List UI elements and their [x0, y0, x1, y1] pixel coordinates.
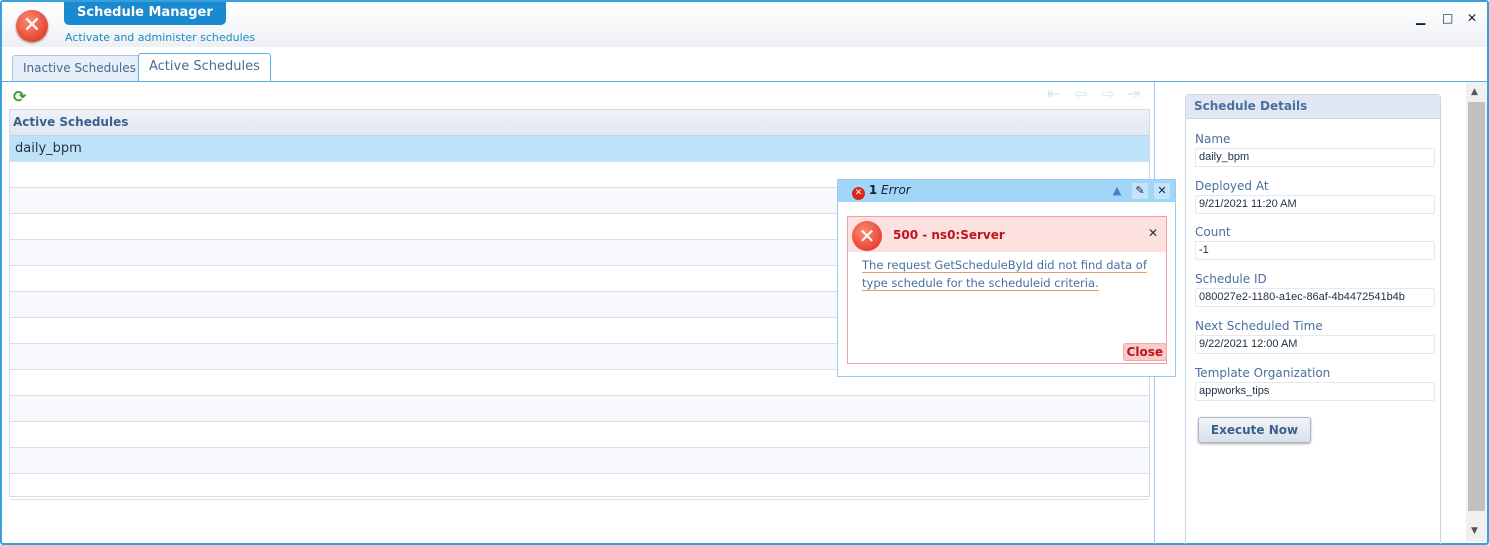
table-row[interactable]: [10, 474, 1149, 500]
schedule-details-panel: Schedule Details Name daily_bpm Deployed A…: [1185, 94, 1441, 544]
last-page-icon[interactable]: ⇥: [1127, 84, 1140, 103]
close-window-button[interactable]: ✕: [1467, 11, 1477, 25]
details-title: Schedule Details: [1186, 95, 1440, 119]
field-label: Template Organization: [1195, 365, 1331, 380]
previous-page-icon[interactable]: ⇦: [1074, 84, 1087, 103]
minimize-button[interactable]: ▁: [1416, 11, 1425, 25]
execute-now-button[interactable]: Execute Now: [1198, 417, 1311, 443]
field-label: Schedule ID: [1195, 272, 1267, 287]
collapse-icon[interactable]: ▲: [1109, 183, 1125, 199]
field-value[interactable]: daily_bpm: [1195, 148, 1435, 167]
scroll-up-icon[interactable]: ▲: [1471, 87, 1478, 97]
tab-active-schedules[interactable]: Active Schedules: [138, 53, 271, 82]
field-label: Next Scheduled Time: [1195, 318, 1323, 333]
table-row[interactable]: [10, 396, 1149, 422]
scroll-down-icon[interactable]: ▼: [1471, 526, 1478, 536]
error-popup-title: Error: [881, 183, 911, 197]
close-error-button[interactable]: Close: [1122, 343, 1167, 361]
error-large-icon: ✕: [852, 221, 882, 251]
window-header: ✕ Schedule Manager Activate and administ…: [2, 2, 1487, 47]
app-title: Schedule Manager: [64, 2, 226, 25]
schedule-manager-window: ✕ Schedule Manager Activate and administ…: [0, 0, 1489, 545]
field-value[interactable]: 9/22/2021 12:00 AM: [1195, 334, 1435, 354]
error-message: The request GetScheduleById did not find…: [862, 258, 1147, 291]
error-app-icon: ✕: [16, 10, 48, 42]
close-popup-icon[interactable]: ✕: [1154, 183, 1170, 199]
maximize-button[interactable]: □: [1442, 11, 1453, 25]
table-row[interactable]: [10, 448, 1149, 474]
field-value[interactable]: appworks_tips: [1195, 381, 1435, 401]
pin-icon[interactable]: ✎: [1132, 183, 1148, 199]
field-label: Count: [1195, 225, 1231, 240]
field-value[interactable]: -1: [1195, 241, 1435, 261]
error-icon: ✕: [852, 187, 865, 200]
field-value[interactable]: 080027e2-1180-a1ec-86af-4b4472541b4b: [1195, 288, 1435, 308]
scrollbar[interactable]: ▲ ▼: [1466, 82, 1487, 542]
error-title: 500 - ns0:Server: [893, 228, 1005, 242]
error-popup-header: ✕ 1 Error ▲ ✎ ✕: [838, 180, 1175, 202]
column-header[interactable]: Active Schedules: [10, 110, 1149, 136]
first-page-icon[interactable]: ⇤: [1047, 84, 1060, 103]
field-value[interactable]: 9/21/2021 11:20 AM: [1195, 194, 1435, 214]
error-popup: ✕ 1 Error ▲ ✎ ✕ ✕ 500 - ns0:Server ✕ The…: [837, 179, 1176, 377]
table-row[interactable]: [10, 422, 1149, 448]
field-label: Name: [1195, 132, 1231, 146]
error-count: 1: [868, 183, 878, 197]
tab-inactive-schedules[interactable]: Inactive Schedules: [12, 55, 147, 81]
table-row[interactable]: daily_bpm: [10, 136, 1149, 162]
refresh-icon[interactable]: ⟳: [13, 87, 26, 106]
field-label: Deployed At: [1195, 178, 1269, 193]
scrollbar-thumb[interactable]: [1468, 102, 1485, 511]
next-page-icon[interactable]: ⇨: [1101, 84, 1114, 103]
error-message-box: ✕ 500 - ns0:Server ✕ The request GetSche…: [847, 216, 1167, 364]
dismiss-error-icon[interactable]: ✕: [1148, 226, 1158, 240]
app-subtitle: Activate and administer schedules: [65, 31, 256, 44]
